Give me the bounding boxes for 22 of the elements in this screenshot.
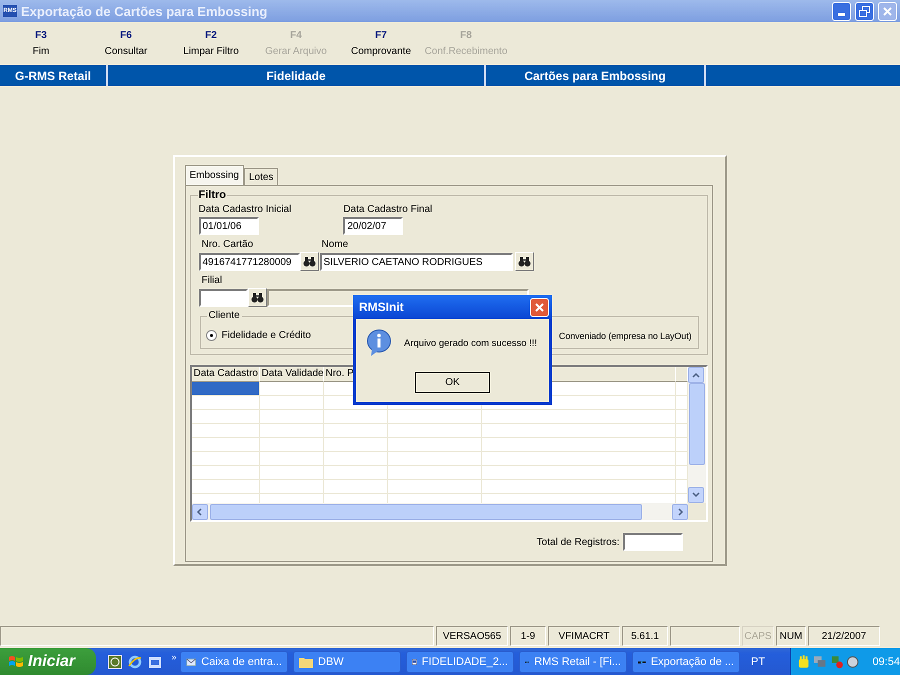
status-cell: 1-9 <box>510 626 546 646</box>
field-label: Data Cadastro Final <box>343 204 432 217</box>
status-cell: 21/2/2007 <box>808 626 880 646</box>
field-label: Data Cadastro Inicial <box>198 204 292 217</box>
breadcrumb-item: Cartões para Embossing <box>486 65 706 86</box>
status-cell: VFIMACRT <box>548 626 620 646</box>
field-label: Filial <box>200 275 224 288</box>
breadcrumb-item: Fidelidade <box>108 65 486 86</box>
status-cell: CAPS <box>742 626 774 646</box>
status-cell: 5.61.1 <box>622 626 668 646</box>
breadcrumb-item: G-RMS Retail <box>0 65 108 86</box>
status-cell: NUM <box>776 626 806 646</box>
dialog-title: RMSInit <box>358 300 404 314</box>
field-label: Total de Registros: <box>536 536 620 548</box>
window-title: Exportação de Cartões para Embossing <box>21 4 268 18</box>
group-title: Cliente <box>206 310 242 321</box>
status-cell: VERSAO565 <box>436 626 508 646</box>
dialog-message: Arquivo gerado com sucesso !!! <box>404 338 538 348</box>
field-label: Nome <box>320 239 350 252</box>
clock: 09:54 <box>872 656 900 668</box>
group-title: Filtro <box>198 189 227 201</box>
field-label: Nro. Cartão <box>200 239 254 252</box>
